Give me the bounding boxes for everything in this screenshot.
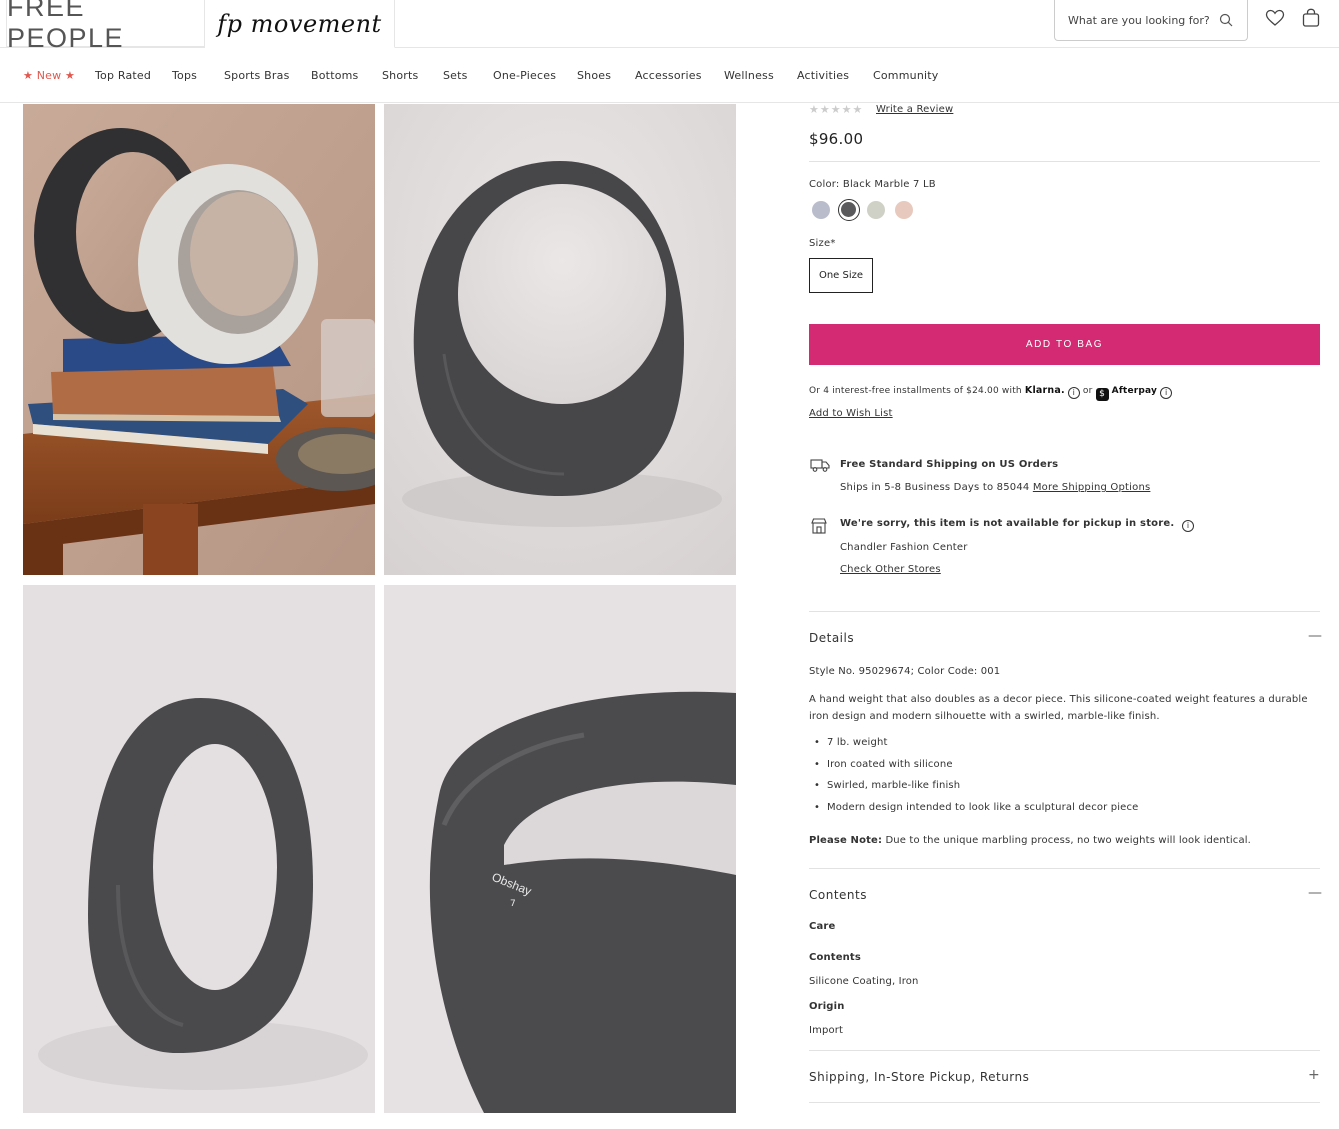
style-number: Style No. 95029674; Color Code: 001 [809, 666, 1001, 677]
fp-movement-logo-text: fp movement [217, 9, 382, 38]
size-label: Size* [809, 238, 836, 249]
nav-item-one-pieces[interactable]: One-Pieces [493, 69, 556, 82]
product-image-front[interactable] [384, 104, 736, 575]
store-icon [810, 517, 828, 539]
main-nav: ★ New ★ Top Rated Tops Sports Bras Botto… [0, 48, 1339, 103]
product-image-lifestyle[interactable] [23, 104, 375, 575]
nav-item-new[interactable]: ★ New ★ [23, 69, 75, 82]
feature-list: 7 lb. weight Iron coated with silicone S… [809, 737, 1138, 824]
nav-item-sets[interactable]: Sets [443, 69, 468, 82]
please-note: Please Note: Due to the unique marbling … [809, 832, 1251, 849]
site-header: FREE PEOPLE fp movement [0, 0, 1339, 53]
or-text: or [1082, 386, 1093, 396]
note-label: Please Note: [809, 835, 883, 846]
collapse-icon[interactable]: — [1308, 628, 1322, 644]
nav-item-accessories[interactable]: Accessories [635, 69, 702, 82]
installments-text: Or 4 interest-free installments of $24.0… [809, 385, 1173, 401]
divider [809, 1050, 1320, 1051]
list-item: 7 lb. weight [809, 737, 1138, 759]
collapse-icon[interactable]: — [1308, 885, 1322, 901]
list-item: Iron coated with silicone [809, 759, 1138, 781]
shipping-accordion-title[interactable]: Shipping, In-Store Pickup, Returns [809, 1070, 1029, 1084]
list-item: Swirled, marble-like finish [809, 780, 1138, 802]
shopping-bag-icon[interactable] [1301, 8, 1321, 32]
write-review-link[interactable]: Write a Review [876, 104, 953, 115]
pickup-title: We're sorry, this item is not available … [840, 518, 1195, 532]
divider [809, 611, 1320, 612]
rating-stars: ★★★★★ [809, 103, 864, 116]
pickup-store: Chandler Fashion Center [840, 542, 968, 553]
klarna-logo[interactable]: Klarna. [1025, 385, 1065, 396]
installments-prefix: Or 4 interest-free installments of $24.0… [809, 386, 1022, 396]
product-price: $96.00 [809, 130, 864, 148]
delivery-truck-icon [810, 457, 830, 477]
fp-movement-logo[interactable]: fp movement [205, 0, 395, 48]
heart-icon[interactable] [1265, 9, 1285, 31]
expand-icon[interactable]: + [1308, 1067, 1320, 1083]
product-image-side[interactable] [23, 585, 375, 1113]
add-to-bag-button[interactable]: ADD TO BAG [809, 324, 1320, 365]
nav-item-wellness[interactable]: Wellness [724, 69, 774, 82]
free-people-logo[interactable]: FREE PEOPLE [6, 0, 205, 53]
contents-label: Contents [809, 952, 861, 963]
product-description: A hand weight that also doubles as a dec… [809, 694, 1308, 722]
info-icon[interactable]: i [1067, 387, 1080, 399]
divider [809, 161, 1320, 162]
origin-label: Origin [809, 1001, 845, 1012]
shipping-detail: Ships in 5-8 Business Days to 85044 [840, 482, 1030, 493]
details-accordion-title[interactable]: Details [809, 631, 854, 645]
add-to-wishlist-link[interactable]: Add to Wish List [809, 408, 893, 419]
search-icon[interactable] [1219, 12, 1233, 31]
shipping-title: Free Standard Shipping on US Orders [840, 459, 1059, 470]
pickup-title-text: We're sorry, this item is not available … [840, 518, 1175, 529]
engraving-number: 7 [510, 899, 516, 909]
afterpay-icon: $ [1095, 388, 1109, 401]
note-text: Due to the unique marbling process, no t… [885, 835, 1251, 846]
check-other-stores-link[interactable]: Check Other Stores [840, 564, 941, 575]
nav-item-tops[interactable]: Tops [172, 69, 197, 82]
search-box[interactable] [1054, 0, 1248, 41]
divider [809, 1102, 1320, 1103]
color-swatch-black-marble-selected[interactable] [838, 199, 860, 221]
size-option-one-size[interactable]: One Size [809, 258, 873, 293]
contents-accordion-title[interactable]: Contents [809, 888, 867, 902]
info-icon[interactable]: i [1182, 520, 1195, 532]
care-label: Care [809, 921, 836, 932]
color-label: Color: Black Marble 7 LB [809, 179, 936, 190]
afterpay-logo[interactable]: Afterpay [1112, 386, 1157, 396]
nav-item-activities[interactable]: Activities [797, 69, 849, 82]
contents-value: Silicone Coating, Iron [809, 976, 919, 987]
color-swatch-blush[interactable] [895, 201, 913, 219]
nav-item-community[interactable]: Community [873, 69, 938, 82]
color-swatch-sage[interactable] [867, 201, 885, 219]
nav-item-top-rated[interactable]: Top Rated [95, 69, 151, 82]
info-icon[interactable]: i [1160, 387, 1173, 399]
search-input[interactable] [1068, 13, 1218, 27]
divider [809, 868, 1320, 869]
nav-item-bottoms[interactable]: Bottoms [311, 69, 358, 82]
product-image-closeup[interactable]: Obshay 7 [384, 585, 736, 1113]
nav-item-shorts[interactable]: Shorts [382, 69, 418, 82]
color-swatch-lavender[interactable] [812, 201, 830, 219]
shipping-detail-line: Ships in 5-8 Business Days to 85044 More… [840, 482, 1150, 493]
list-item: Modern design intended to look like a sc… [809, 802, 1138, 824]
more-shipping-options-link[interactable]: More Shipping Options [1033, 482, 1151, 493]
nav-item-shoes[interactable]: Shoes [577, 69, 611, 82]
origin-value: Import [809, 1025, 844, 1036]
swatch-fill [841, 202, 856, 217]
nav-item-sports-bras[interactable]: Sports Bras [224, 69, 290, 82]
